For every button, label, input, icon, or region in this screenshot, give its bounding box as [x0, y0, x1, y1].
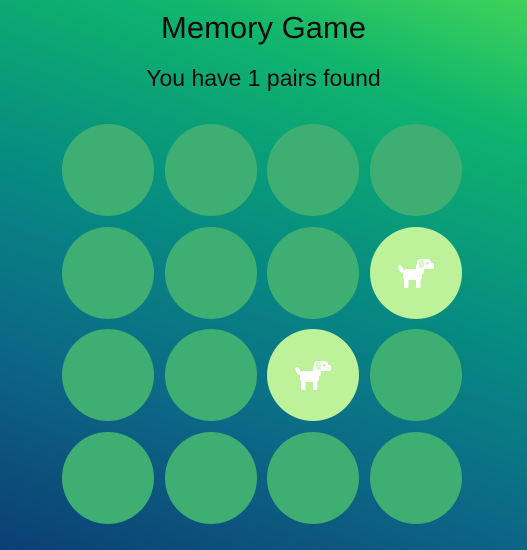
memory-card[interactable]	[369, 431, 462, 524]
card-grid	[62, 124, 462, 524]
memory-card[interactable]	[62, 431, 154, 524]
memory-card[interactable]	[369, 329, 462, 422]
memory-card[interactable]	[164, 226, 257, 319]
memory-card[interactable]	[267, 329, 360, 422]
dog-icon	[293, 359, 333, 391]
memory-card[interactable]	[267, 124, 360, 216]
pairs-found-status: You have 1 pairs found	[146, 65, 381, 91]
memory-card[interactable]	[267, 431, 360, 524]
memory-card[interactable]	[369, 124, 462, 216]
memory-card[interactable]	[164, 124, 257, 216]
memory-card[interactable]	[164, 431, 257, 524]
memory-card[interactable]	[62, 124, 154, 216]
dog-icon	[396, 257, 436, 289]
memory-card[interactable]	[164, 329, 257, 422]
memory-card[interactable]	[369, 226, 462, 319]
memory-card[interactable]	[62, 329, 154, 422]
memory-card[interactable]	[62, 226, 154, 319]
game-title: Memory Game	[161, 10, 366, 45]
memory-card[interactable]	[267, 226, 360, 319]
